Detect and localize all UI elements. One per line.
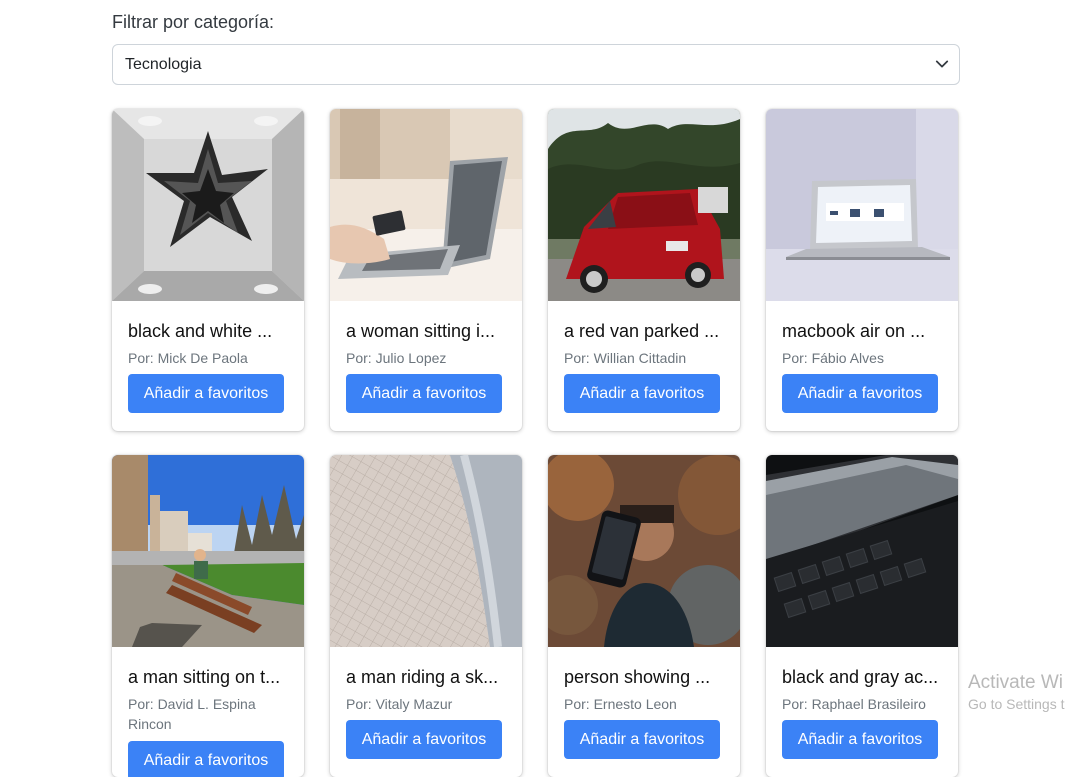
add-to-favorites-button[interactable]: Añadir a favoritos: [346, 374, 502, 413]
card-title: a man riding a sk...: [346, 667, 499, 687]
card-title: person showing ...: [564, 667, 711, 687]
card-author: Por: Julio Lopez: [346, 350, 447, 366]
card-author: Por: Vitaly Mazur: [346, 696, 453, 712]
add-to-favorites-button[interactable]: Añadir a favoritos: [346, 720, 502, 759]
add-to-favorites-button[interactable]: Añadir a favoritos: [128, 374, 284, 413]
photo-thumbnail[interactable]: [112, 455, 304, 647]
category-select[interactable]: Tecnologia: [112, 44, 960, 85]
category-select-value: Tecnologia: [125, 55, 202, 73]
add-to-favorites-button[interactable]: Añadir a favoritos: [564, 720, 720, 759]
card-author: Por: Mick De Paola: [128, 350, 248, 366]
add-to-favorites-button[interactable]: Añadir a favoritos: [564, 374, 720, 413]
photo-card: a man riding a sk... Por: Vitaly Mazur A…: [330, 455, 522, 777]
photo-thumbnail[interactable]: [766, 455, 958, 647]
photo-thumbnail[interactable]: [548, 109, 740, 301]
photo-thumbnail[interactable]: [766, 109, 958, 301]
add-to-favorites-button[interactable]: Añadir a favoritos: [782, 374, 938, 413]
card-title: a woman sitting i...: [346, 321, 496, 341]
photo-thumbnail[interactable]: [548, 455, 740, 647]
windows-activation-watermark: Activate Wi Go to Settings t: [968, 672, 1065, 712]
chevron-down-icon: [935, 60, 949, 68]
add-to-favorites-button[interactable]: Añadir a favoritos: [782, 720, 938, 759]
card-author: Por: David L. Espina Rincon: [128, 696, 256, 732]
photo-card: black and gray ac... Por: Raphael Brasil…: [766, 455, 958, 777]
card-title: a red van parked ...: [564, 321, 720, 341]
photo-thumbnail[interactable]: [330, 455, 522, 647]
card-author: Por: Raphael Brasileiro: [782, 696, 926, 712]
card-title: a man sitting on t...: [128, 667, 281, 687]
photo-thumbnail[interactable]: [112, 109, 304, 301]
photo-card: person showing ... Por: Ernesto Leon Aña…: [548, 455, 740, 777]
filter-label: Filtrar por categoría:: [112, 12, 275, 32]
photo-card: a red van parked ... Por: Willian Cittad…: [548, 109, 740, 431]
photo-card: black and white ... Por: Mick De Paola A…: [112, 109, 304, 431]
card-title: black and gray ac...: [782, 667, 939, 687]
watermark-line2: Go to Settings t: [968, 696, 1065, 712]
card-author: Por: Fábio Alves: [782, 350, 884, 366]
card-title: black and white ...: [128, 321, 273, 341]
card-author: Por: Ernesto Leon: [564, 696, 677, 712]
photo-card: a man sitting on t... Por: David L. Espi…: [112, 455, 304, 777]
card-author: Por: Willian Cittadin: [564, 350, 687, 366]
photo-card: a woman sitting i... Por: Julio Lopez Añ…: [330, 109, 522, 431]
card-title: macbook air on ...: [782, 321, 926, 341]
photo-thumbnail[interactable]: [330, 109, 522, 301]
watermark-line1: Activate Wi: [968, 672, 1064, 693]
photo-card: macbook air on ... Por: Fábio Alves Añad…: [766, 109, 958, 431]
add-to-favorites-button[interactable]: Añadir a favoritos: [128, 741, 284, 777]
